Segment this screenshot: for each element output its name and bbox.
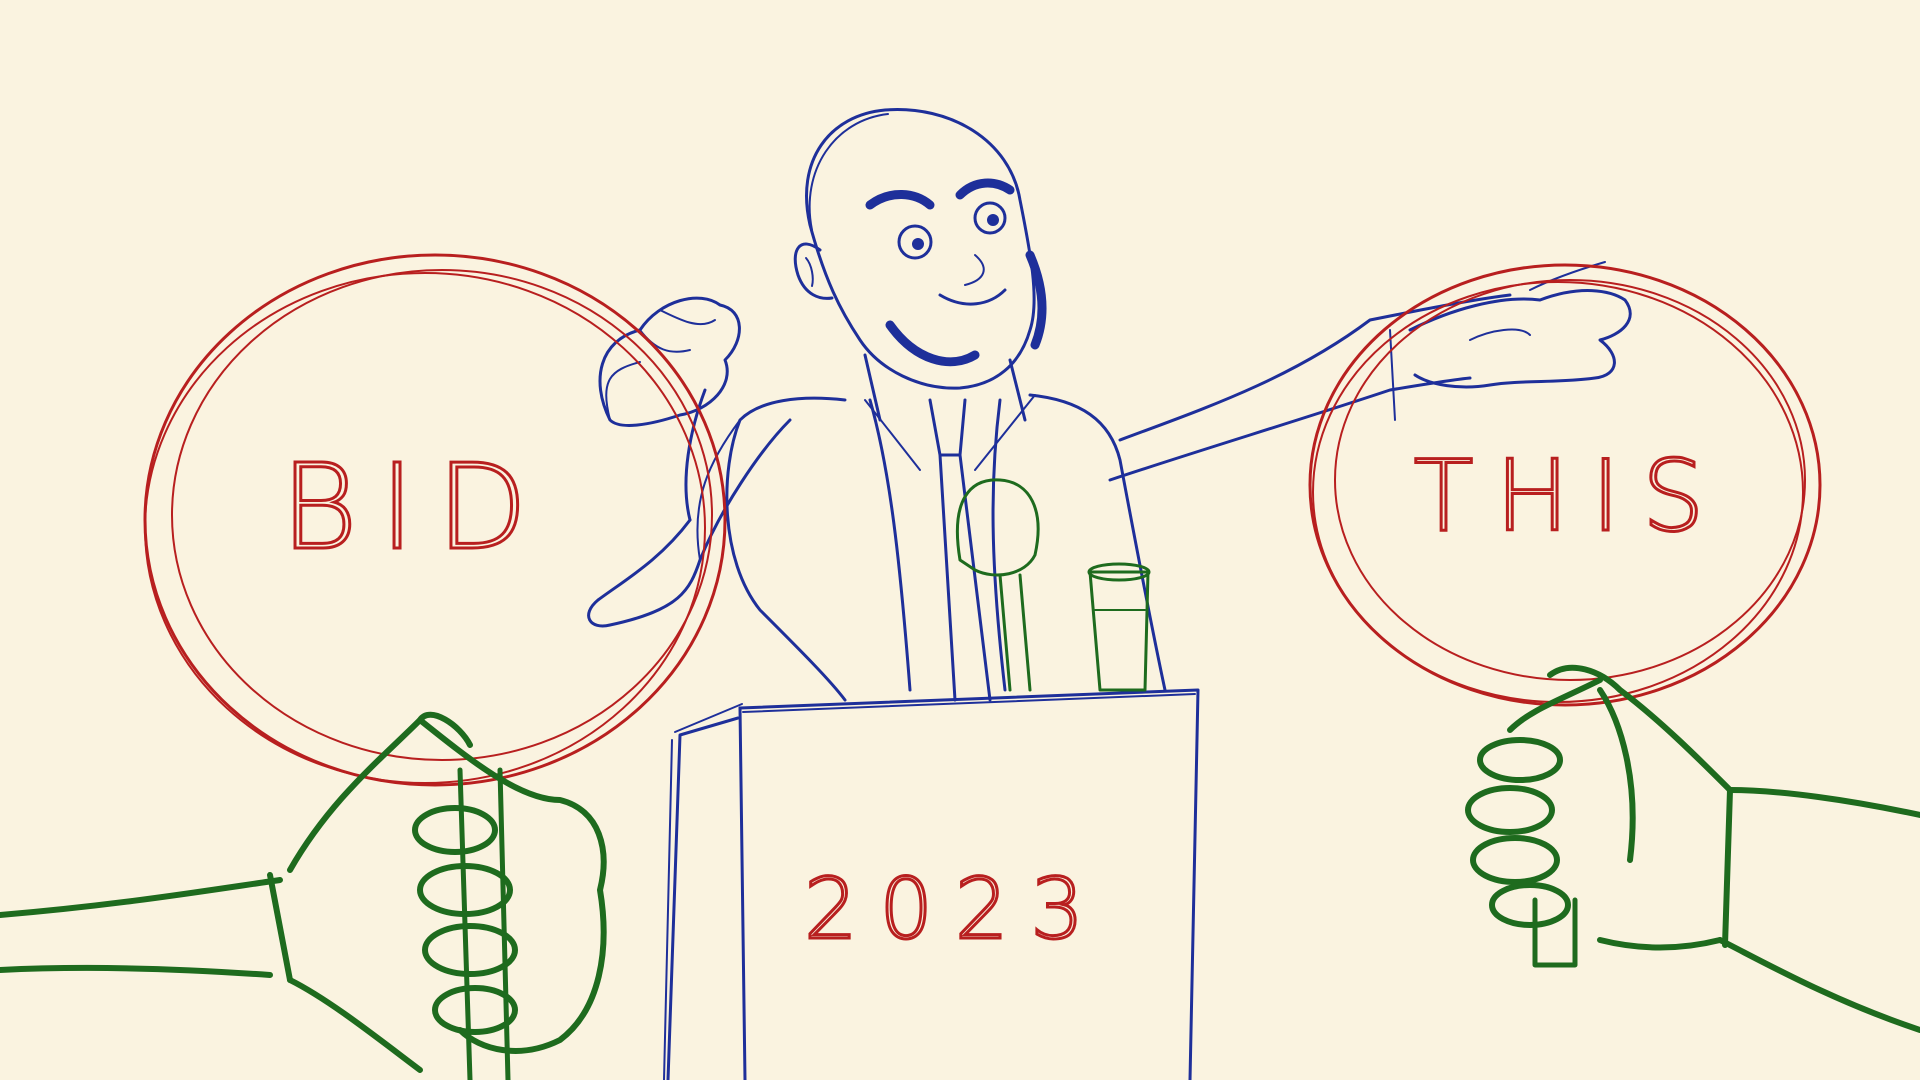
- right-paddle-text: THIS: [1414, 440, 1727, 554]
- auctioneer-ear: [793, 242, 834, 300]
- microphone: [955, 478, 1040, 692]
- right-bid-paddle: THIS: [1308, 263, 1822, 968]
- auctioneer-beard: [885, 320, 980, 367]
- auctioneer-right-arm: [1118, 293, 1512, 442]
- left-bid-paddle: BID: [143, 253, 727, 1080]
- left-paddle-text: BID: [281, 438, 550, 576]
- podium-year-text: 2023: [804, 860, 1106, 958]
- auction-sketch-scene: 2023 BID THIS: [0, 108, 1920, 1080]
- left-bidder-hand: [0, 711, 607, 1073]
- auctioneer-figure: [587, 108, 1632, 702]
- water-glass: [1087, 562, 1151, 692]
- auctioneer-jacket: [725, 396, 847, 702]
- auctioneer-smile: [938, 288, 1007, 306]
- auctioneer-nose: [964, 254, 985, 286]
- right-bidder-hand: [1465, 664, 1920, 1033]
